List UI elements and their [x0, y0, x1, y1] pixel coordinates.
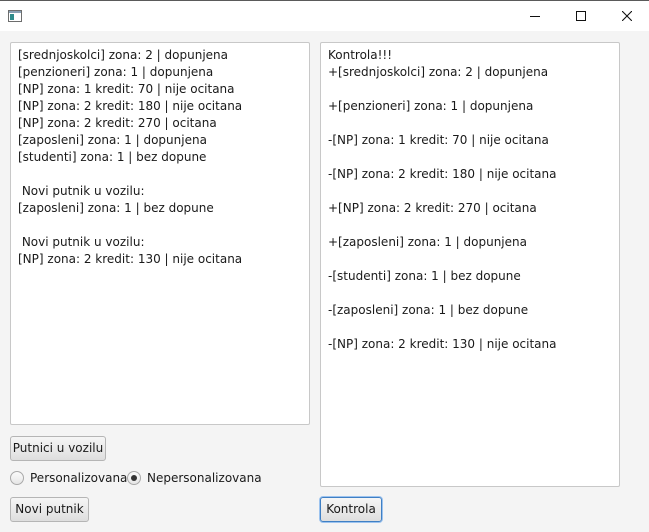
text-line: -[NP] zona: 2 kredit: 180 | nije ocitana	[328, 167, 557, 181]
minimize-button[interactable]	[512, 1, 558, 31]
maximize-button[interactable]	[558, 1, 604, 31]
personalized-radio[interactable]: Personalizovana	[10, 471, 127, 487]
text-line: -[zaposleni] zona: 1 | bez dopune	[328, 303, 529, 317]
text-line: +[zaposleni] zona: 1 | dopunjena	[328, 235, 527, 249]
text-line	[328, 251, 612, 268]
text-line: +[NP] zona: 2 kredit: 270 | ocitana	[328, 201, 537, 215]
text-line: +[srednjoskolci] zona: 2 | dopunjena	[328, 65, 549, 79]
text-line: +[penzioneri] zona: 1 | dopunjena	[328, 99, 534, 113]
control-button[interactable]: Kontrola	[320, 497, 382, 522]
text-line	[328, 183, 612, 200]
text-line	[328, 149, 612, 166]
radio-label: Personalizovana	[30, 471, 128, 485]
text-line: Novi putnik u vozilu:	[18, 184, 145, 198]
new-passenger-button[interactable]: Novi putnik	[10, 497, 89, 522]
text-line	[328, 319, 612, 336]
text-line	[18, 217, 302, 234]
text-line: [NP] zona: 2 kredit: 270 | ocitana	[18, 116, 217, 130]
text-line	[328, 81, 612, 98]
passengers-in-vehicle-button[interactable]: Putnici u vozilu	[10, 436, 106, 461]
text-line: [zaposleni] zona: 1 | dopunjena	[18, 133, 207, 147]
text-line: [penzioneri] zona: 1 | dopunjena	[18, 65, 214, 79]
text-line	[18, 166, 302, 183]
text-line: [srednjoskolci] zona: 2 | dopunjena	[18, 48, 228, 62]
text-line: -[studenti] zona: 1 | bez dopune	[328, 269, 521, 283]
maximize-icon	[576, 11, 586, 21]
text-line: Kontrola!!!	[328, 48, 393, 62]
close-icon	[622, 11, 632, 21]
app-window-icon	[8, 10, 22, 22]
text-line: -[NP] zona: 1 kredit: 70 | nije ocitana	[328, 133, 549, 147]
text-line	[328, 217, 612, 234]
non-personalized-radio[interactable]: Nepersonalizovana	[127, 471, 262, 487]
radio-circle-selected[interactable]	[127, 471, 141, 485]
radio-label: Nepersonalizovana	[147, 471, 262, 485]
text-line: [studenti] zona: 1 | bez dopune	[18, 150, 207, 164]
radio-circle[interactable]	[10, 471, 24, 485]
passengers-text-area[interactable]: [srednjoskolci] zona: 2 | dopunjena [pen…	[10, 42, 310, 425]
text-line: Novi putnik u vozilu:	[18, 235, 145, 249]
title-bar	[0, 0, 649, 31]
close-button[interactable]	[604, 1, 649, 31]
text-line: [NP] zona: 1 kredit: 70 | nije ocitana	[18, 82, 235, 96]
text-line: [NP] zona: 2 kredit: 180 | nije ocitana	[18, 99, 243, 113]
text-line	[328, 115, 612, 132]
radio-selected-dot	[131, 475, 137, 481]
text-line: [zaposleni] zona: 1 | bez dopune	[18, 201, 214, 215]
minimize-icon	[530, 16, 540, 17]
text-line: [NP] zona: 2 kredit: 130 | nije ocitana	[18, 252, 243, 266]
text-line: -[NP] zona: 2 kredit: 130 | nije ocitana	[328, 337, 557, 351]
control-text-area[interactable]: Kontrola!!! +[srednjoskolci] zona: 2 | d…	[320, 42, 620, 487]
text-line	[328, 285, 612, 302]
